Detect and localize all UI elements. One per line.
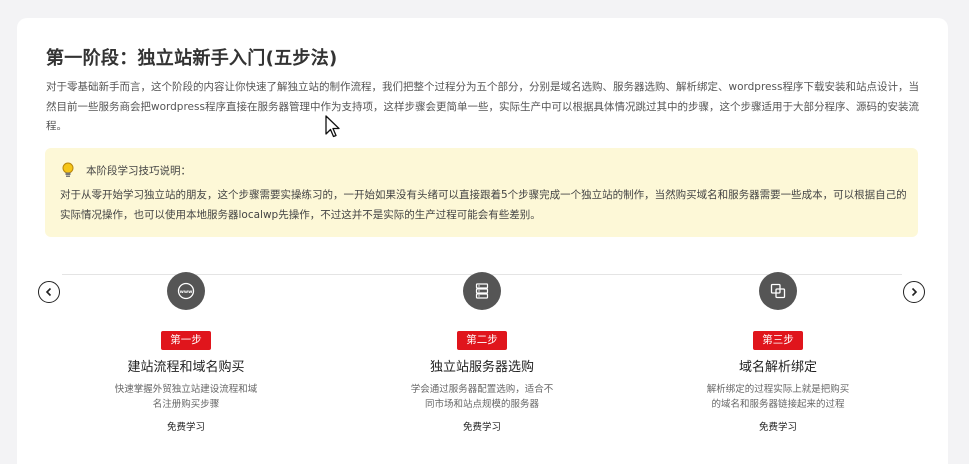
step-title[interactable]: 独立站服务器选购 xyxy=(362,356,602,375)
tip-header: 本阶段学习技巧说明： xyxy=(61,162,191,178)
step-title[interactable]: 建站流程和域名购买 xyxy=(66,356,306,375)
carousel-prev-button[interactable] xyxy=(38,281,60,303)
server-icon xyxy=(463,272,501,310)
free-learn-link[interactable]: 免费学习 xyxy=(658,419,898,433)
mouse-cursor-icon xyxy=(325,115,340,138)
tip-heading: 本阶段学习技巧说明： xyxy=(86,164,191,177)
free-learn-link[interactable]: 免费学习 xyxy=(362,419,602,433)
tip-text: 对于从零开始学习独立站的朋友，这个步骤需要实操练习的，一开始如果没有头绪可以直接… xyxy=(60,189,907,221)
section-intro: 对于零基础新手而言，这个阶段的内容让你快速了解独立站的制作流程，我们把整个过程分… xyxy=(46,81,919,132)
step-badge: 第三步 xyxy=(753,331,803,350)
www-icon: www xyxy=(167,272,205,310)
step-desc: 解析绑定的过程实际上就是把购买的域名和服务器链接起来的过程 xyxy=(706,384,850,410)
svg-text:www: www xyxy=(180,290,193,295)
step-badge: 第二步 xyxy=(457,331,507,350)
step-card-1[interactable]: www 第一步 建站流程和域名购买 快速掌握外贸独立站建设流程和域名注册购买步骤… xyxy=(66,272,306,433)
step-badge: 第一步 xyxy=(161,331,211,350)
step-desc: 快速掌握外贸独立站建设流程和域名注册购买步骤 xyxy=(114,384,258,410)
chevron-right-icon xyxy=(911,287,918,297)
section-title: 第一阶段：独立站新手入门(五步法) xyxy=(46,48,338,69)
step-card-2[interactable]: 第二步 独立站服务器选购 学会通过服务器配置选购，适合不同市场和站点规模的服务器… xyxy=(362,272,602,433)
carousel-next-button[interactable] xyxy=(903,281,925,303)
step-card-3[interactable]: 第三步 域名解析绑定 解析绑定的过程实际上就是把购买的域名和服务器链接起来的过程… xyxy=(658,272,898,433)
tip-box: 本阶段学习技巧说明： 对于从零开始学习独立站的朋友，这个步骤需要实操练习的，一开… xyxy=(45,148,918,237)
step-desc: 学会通过服务器配置选购，适合不同市场和站点规模的服务器 xyxy=(410,384,554,410)
chevron-left-icon xyxy=(45,287,52,297)
link-icon xyxy=(759,272,797,310)
free-learn-link[interactable]: 免费学习 xyxy=(66,419,306,433)
lightbulb-icon xyxy=(61,162,75,178)
step-title[interactable]: 域名解析绑定 xyxy=(658,356,898,375)
